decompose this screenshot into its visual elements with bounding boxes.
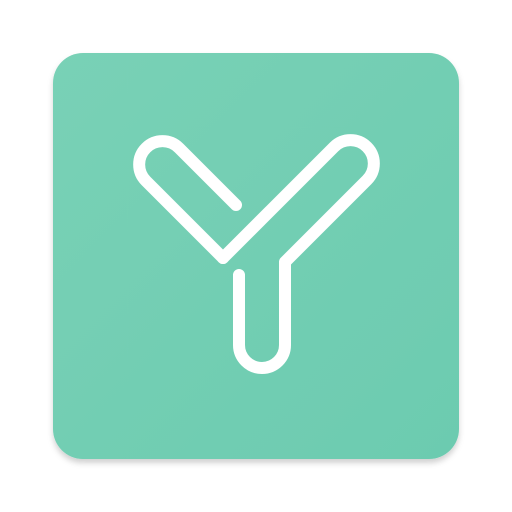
app-icon-canvas [0,0,512,512]
y-monogram-icon [53,53,459,459]
app-icon-tile[interactable] [53,53,459,459]
tile-background [53,53,459,459]
